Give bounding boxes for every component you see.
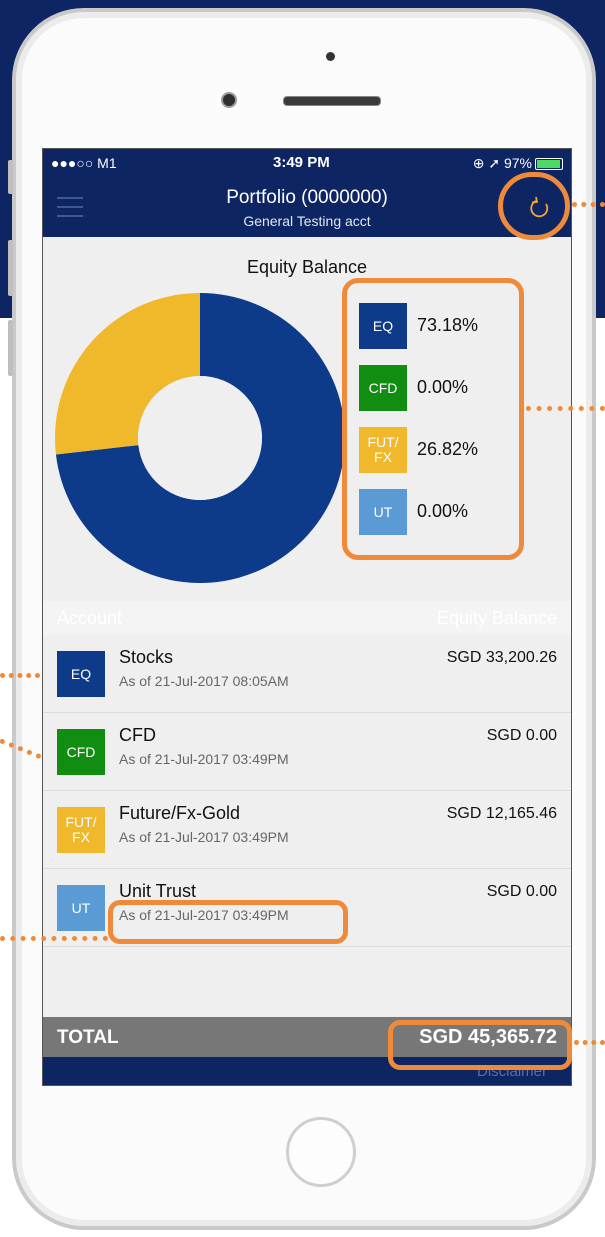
volume-up-button <box>8 240 13 296</box>
account-name: Stocks <box>119 647 174 667</box>
account-name: Unit Trust <box>119 881 197 901</box>
nav-bar: Portfolio (0000000) General Testing acct <box>43 177 571 237</box>
account-amount: SGD 12,165.46 <box>446 805 557 822</box>
earpiece-speaker <box>283 96 381 106</box>
mute-switch <box>8 160 13 194</box>
highlight-legend <box>342 278 524 560</box>
account-amount: SGD 33,200.26 <box>446 649 557 666</box>
front-camera <box>221 92 237 108</box>
account-amount: SGD 0.00 <box>486 883 557 900</box>
proximity-sensor <box>326 52 335 61</box>
carrier-signal: ●●●○○ M1 <box>51 155 117 171</box>
callout-line-total <box>574 1040 605 1045</box>
account-date: As of 21-Jul-2017 03:49PM <box>119 829 289 845</box>
callout-line-legend <box>526 406 605 411</box>
header-equity-balance: Equity Balance <box>436 608 557 628</box>
account-date: As of 21-Jul-2017 03:49PM <box>119 751 289 767</box>
highlight-date <box>108 900 348 944</box>
status-bar: ●●●○○ M1 3:49 PM ⊕ ➚ 97% <box>43 149 571 177</box>
callout-line-date <box>0 936 108 941</box>
status-right: ⊕ ➚ 97% <box>473 155 563 172</box>
cfd-badge-icon: CFD <box>57 729 105 775</box>
header-account: Account <box>57 608 123 628</box>
highlight-total <box>388 1020 572 1070</box>
donut-hole <box>138 376 262 500</box>
clock: 3:49 PM <box>273 154 330 171</box>
account-name: Future/Fx-Gold <box>119 803 241 823</box>
account-name: CFD <box>119 725 156 745</box>
account-row-cfd[interactable]: CFD CFD As of 21-Jul-2017 03:49PM SGD 0.… <box>43 713 571 791</box>
volume-down-button <box>8 320 13 376</box>
account-row-future-fx[interactable]: FUT/ FX Future/Fx-Gold As of 21-Jul-2017… <box>43 791 571 869</box>
futfx-badge-icon: FUT/ FX <box>57 807 105 853</box>
account-date: As of 21-Jul-2017 08:05AM <box>119 673 289 689</box>
highlight-refresh <box>498 172 570 240</box>
total-label: TOTAL <box>57 1027 119 1048</box>
equity-donut-chart <box>55 293 345 583</box>
table-header: Account Equity Balance <box>43 601 571 635</box>
battery-icon <box>535 158 563 171</box>
account-row-stocks[interactable]: EQ Stocks As of 21-Jul-2017 08:05AM SGD … <box>43 635 571 713</box>
battery-percent: ⊕ ➚ 97% <box>472 155 532 171</box>
page-title: Portfolio (0000000) <box>226 187 388 208</box>
account-subtitle: General Testing acct <box>243 213 371 229</box>
eq-badge-icon: EQ <box>57 651 105 697</box>
home-button[interactable] <box>286 1117 356 1187</box>
chart-title: Equity Balance <box>246 257 368 277</box>
callout-line-stocks <box>0 673 40 678</box>
account-amount: SGD 0.00 <box>486 727 557 744</box>
ut-badge-icon: UT <box>57 885 105 931</box>
callout-line-refresh <box>572 202 605 207</box>
